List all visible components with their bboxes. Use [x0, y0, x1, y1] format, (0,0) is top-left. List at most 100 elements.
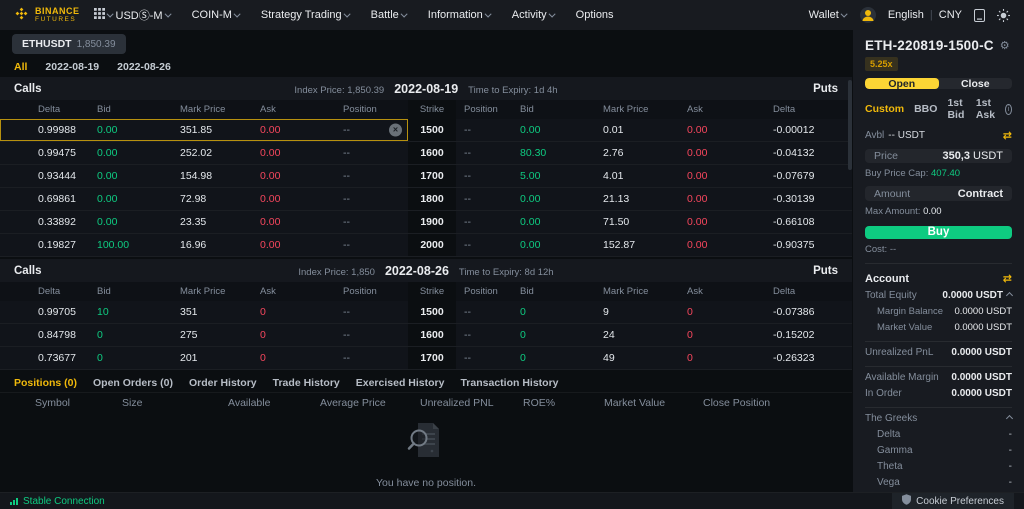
nav-menu-battle[interactable]: Battle	[371, 9, 408, 21]
currency-label[interactable]: CNY	[939, 9, 962, 21]
nav-menu-options[interactable]: Options	[576, 9, 614, 21]
date-tab-2022-08-26[interactable]: 2022-08-26	[117, 61, 171, 73]
symbol-tab[interactable]: ETHUSDT 1,850.39	[12, 34, 126, 54]
info-icon[interactable]: i	[1005, 103, 1012, 115]
positions-tab-exercised-history[interactable]: Exercised History	[356, 377, 445, 389]
call-side[interactable]: 0.99988 0.00 351.85 0.00 -- ×	[0, 119, 408, 141]
positions-tab-positions-0[interactable]: Positions (0)	[14, 377, 77, 389]
positions-tab-trade-history[interactable]: Trade History	[273, 377, 340, 389]
close-tab[interactable]: Close	[939, 78, 1013, 89]
positions-tab-transaction-history[interactable]: Transaction History	[460, 377, 558, 389]
call-cell: 0.00	[97, 216, 118, 228]
strike-cell: 1600	[408, 324, 456, 346]
greeks-header[interactable]: The Greeks	[865, 413, 1014, 424]
binance-futures-logo[interactable]: BINANCE FUTURES	[14, 6, 80, 24]
put-side[interactable]: -- 0 24 0 -0.15202	[456, 324, 852, 346]
column-header: Bid	[97, 286, 111, 297]
put-side[interactable]: -- 0.00 21.13 0.00 -0.30139	[456, 188, 852, 210]
locale-switch[interactable]: English | CNY	[888, 9, 962, 21]
call-cell: 23.35	[180, 216, 207, 228]
put-cell: 0	[687, 352, 693, 364]
call-cell: 0.00	[260, 193, 281, 205]
open-tab[interactable]: Open	[865, 78, 939, 90]
apps-grid-menu[interactable]	[93, 8, 114, 22]
close-icon[interactable]: ×	[389, 123, 402, 137]
call-side[interactable]: 0.69861 0.00 72.98 0.00 --	[0, 188, 408, 210]
price-number: 350,3	[942, 150, 970, 163]
call-side[interactable]: 0.33892 0.00 23.35 0.00 --	[0, 211, 408, 233]
vertical-scrollbar[interactable]	[848, 80, 852, 170]
strike-header: Strike	[408, 100, 456, 119]
call-side[interactable]: 0.99705 10 351 0 --	[0, 301, 408, 323]
transfer-icon[interactable]: ⇄	[1003, 272, 1012, 285]
account-row-label: In Order	[865, 388, 902, 400]
mobile-app-icon[interactable]	[974, 8, 985, 22]
put-cell: 0.00	[687, 216, 708, 228]
gear-icon[interactable]: ⚙	[1000, 39, 1010, 52]
nav-menu-strategy-trading[interactable]: Strategy Trading	[261, 9, 351, 21]
nav-menu-usd-m[interactable]: USDⓈ-M	[116, 7, 172, 23]
put-side[interactable]: -- 0.00 71.50 0.00 -0.66108	[456, 211, 852, 233]
put-side[interactable]: -- 0 9 0 -0.07386	[456, 301, 852, 323]
greek-label: Gamma	[877, 445, 913, 457]
theme-sun-icon[interactable]	[997, 8, 1010, 22]
call-side[interactable]: 0.19827 100.00 16.96 0.00 --	[0, 234, 408, 256]
call-cell: 16.96	[180, 239, 207, 251]
price-input[interactable]: Price 350,3 USDT	[865, 149, 1012, 164]
positions-column-header: Market Value	[604, 397, 666, 409]
transfer-icon[interactable]: ⇄	[1003, 129, 1012, 142]
put-side[interactable]: -- 5.00 4.01 0.00 -0.07679	[456, 165, 852, 187]
divider: |	[929, 9, 933, 21]
option-row[interactable]: 0.73677 0 201 0 -- 1700 -- 0 49 0 -0.26323	[0, 347, 852, 370]
nav-menu-information[interactable]: Information	[428, 9, 492, 21]
put-side[interactable]: -- 0.00 0.01 0.00 -0.00012	[456, 119, 852, 141]
date-tab-all[interactable]: All	[14, 61, 27, 73]
chevron-up-icon	[1005, 291, 1014, 300]
put-side[interactable]: -- 80.30 2.76 0.00 -0.04132	[456, 142, 852, 164]
option-row[interactable]: 0.69861 0.00 72.98 0.00 -- 1800 -- 0.00 21.13 0.0…	[0, 188, 852, 211]
account-row-label: Margin Balance	[877, 306, 944, 318]
greek-label: Theta	[877, 461, 903, 473]
call-cell: 0.00	[260, 147, 281, 159]
call-side[interactable]: 0.73677 0 201 0 --	[0, 347, 408, 369]
cookie-preferences[interactable]: Cookie Preferences	[892, 493, 1014, 509]
option-row[interactable]: 0.93444 0.00 154.98 0.00 -- 1700 -- 5.00 4.01 0.0…	[0, 165, 852, 188]
option-row[interactable]: 0.84798 0 275 0 -- 1600 -- 0 24 0 -0.15202	[0, 324, 852, 347]
strike-cell: 1500	[408, 301, 456, 323]
account-row-margin-balance: Margin Balance 0.0000 USDT	[865, 306, 1012, 317]
account-row-label: Total Equity	[865, 290, 917, 302]
order-type-custom[interactable]: Custom	[865, 103, 904, 115]
option-row[interactable]: 0.99475 0.00 252.02 0.00 -- 1600 -- 80.30 2.76 0.…	[0, 142, 852, 165]
option-row[interactable]: 0.99705 10 351 0 -- 1500 -- 0 9 0 -0.07386	[0, 301, 852, 324]
unrealized-pnl-value: 0.0000 USDT	[951, 347, 1012, 359]
order-type-bbo[interactable]: BBO	[914, 103, 937, 115]
put-side[interactable]: -- 0.00 152.87 0.00 -0.90375	[456, 234, 852, 256]
account-row-value: 0.0000 USDT	[942, 290, 1014, 301]
positions-tab-order-history[interactable]: Order History	[189, 377, 257, 389]
put-cell: --	[464, 329, 471, 341]
call-cell: 0.99705	[38, 306, 76, 318]
call-side[interactable]: 0.93444 0.00 154.98 0.00 --	[0, 165, 408, 187]
date-tab-2022-08-19[interactable]: 2022-08-19	[45, 61, 99, 73]
put-cell: -0.26323	[773, 352, 815, 364]
order-type-1st-ask[interactable]: 1st Ask	[976, 97, 995, 121]
call-side[interactable]: 0.99475 0.00 252.02 0.00 --	[0, 142, 408, 164]
positions-tab-open-orders-0[interactable]: Open Orders (0)	[93, 377, 173, 389]
put-cell: 0.00	[687, 170, 708, 182]
call-cell: 10	[97, 306, 109, 318]
call-cell: 0.00	[97, 147, 118, 159]
avatar[interactable]	[859, 7, 876, 23]
language-label[interactable]: English	[888, 9, 924, 21]
option-row[interactable]: 0.33892 0.00 23.35 0.00 -- 1900 -- 0.00 71.50 0.0…	[0, 211, 852, 234]
wallet-menu[interactable]: Wallet	[809, 9, 848, 21]
order-type-1st-bid[interactable]: 1st Bid	[947, 97, 965, 121]
option-row[interactable]: 0.99988 0.00 351.85 0.00 -- × 1500 -- 0.00 0.01 0.…	[0, 119, 852, 142]
nav-menu-coin-m[interactable]: COIN-M	[192, 9, 241, 21]
put-side[interactable]: -- 0 49 0 -0.26323	[456, 347, 852, 369]
call-cell: --	[343, 329, 350, 341]
call-side[interactable]: 0.84798 0 275 0 --	[0, 324, 408, 346]
amount-input[interactable]: Amount Contract	[865, 186, 1012, 201]
buy-button[interactable]: Buy	[865, 225, 1012, 240]
nav-menu-activity[interactable]: Activity	[512, 9, 556, 21]
option-row[interactable]: 0.19827 100.00 16.96 0.00 -- 2000 -- 0.00 152.87…	[0, 234, 852, 257]
